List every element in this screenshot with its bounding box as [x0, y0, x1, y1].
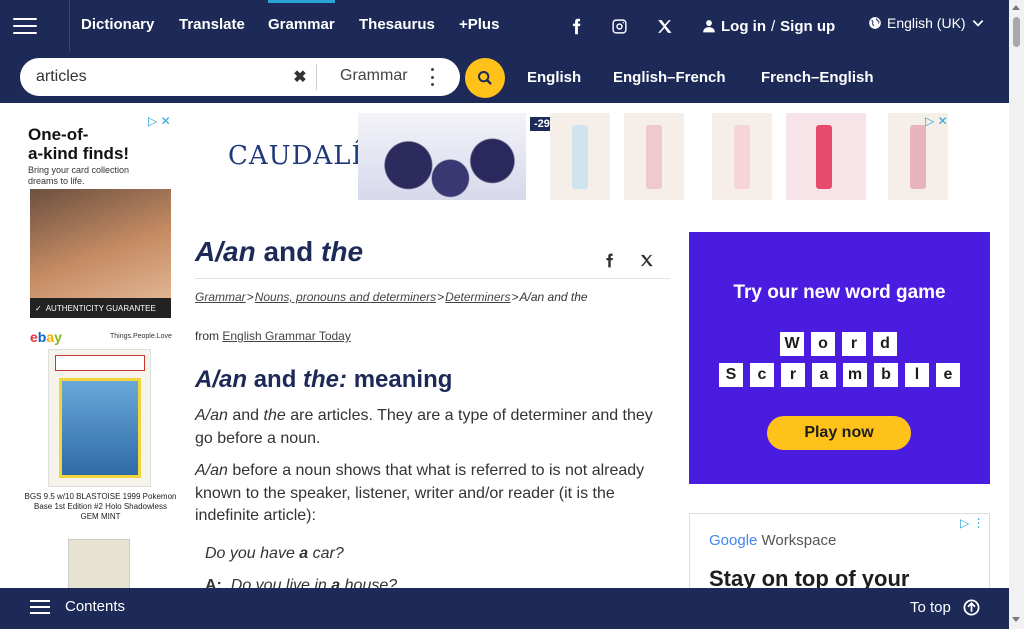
menu-hamburger-icon[interactable]: [10, 11, 40, 41]
tab-english-french[interactable]: English–French: [613, 64, 726, 92]
example-1: Do you have a car?: [205, 545, 344, 562]
top-banner-ad[interactable]: CAUDALÍE -29% ▷ ✕: [228, 111, 957, 202]
search-button[interactable]: [465, 58, 505, 98]
tab-english[interactable]: English: [527, 64, 581, 92]
ad-product-1: [550, 113, 610, 200]
contents-label: Contents: [65, 598, 126, 615]
breadcrumb-nouns-pronouns-determiners[interactable]: Nouns, pronouns and determiners: [255, 290, 436, 304]
share-x-icon[interactable]: [635, 247, 657, 273]
instagram-icon[interactable]: [607, 14, 631, 38]
adchoices-icon[interactable]: ▷ ⋮: [960, 516, 985, 530]
ebay-tagline: Things.People.Love: [110, 333, 172, 340]
ebay-logo: ebay: [30, 329, 62, 345]
left-skyscraper-ad[interactable]: ▷ ✕ One-of- a-kind finds! Bring your car…: [20, 111, 181, 611]
scroll-thumb[interactable]: [1013, 17, 1020, 47]
globe-icon: [869, 17, 881, 29]
ad-headline: One-of- a-kind finds!: [28, 125, 130, 163]
page-title: A/an and the: [195, 236, 364, 267]
search-box: ✖ Grammar: [20, 58, 460, 96]
graded-card-image: [48, 349, 151, 487]
source-link[interactable]: English Grammar Today: [222, 329, 351, 343]
breadcrumb-current: A/an and the: [519, 290, 588, 304]
game-tiles-scramble: Scramble: [719, 363, 960, 387]
breadcrumb-grammar[interactable]: Grammar: [195, 290, 246, 304]
arrow-up-circle-icon[interactable]: [963, 599, 980, 616]
nav-grammar[interactable]: Grammar: [260, 0, 343, 52]
facebook-icon[interactable]: [564, 14, 588, 38]
contents-button[interactable]: Contents: [30, 598, 125, 615]
adchoices-icon[interactable]: ▷ ✕: [148, 114, 171, 128]
language-label: English (UK): [887, 15, 966, 31]
scroll-up-arrow[interactable]: [1012, 5, 1020, 10]
nav-thesaurus[interactable]: Thesaurus: [359, 0, 435, 52]
chevron-down-icon: [972, 20, 983, 27]
ad-product-3: [712, 113, 772, 200]
ad-product-4: [786, 113, 866, 200]
search-divider: [316, 64, 317, 90]
adchoices-icon[interactable]: ▷ ✕: [925, 114, 948, 128]
tab-french-english[interactable]: French–English: [761, 64, 874, 92]
word-game-ad[interactable]: Try our new word game Word Scramble Play…: [689, 232, 990, 484]
source-label: from: [195, 329, 219, 343]
ad-caption: BGS 9.5 w/10 BLASTOISE 1999 Pokemon Base…: [24, 492, 177, 521]
play-now-button[interactable]: Play now: [767, 416, 911, 450]
authenticity-badge: ✓ AUTHENTICITY GUARANTEE: [30, 298, 171, 318]
to-top-link[interactable]: To top: [910, 599, 951, 616]
nav-translate[interactable]: Translate: [179, 0, 245, 52]
title-divider: [195, 278, 670, 279]
search-input[interactable]: [36, 66, 296, 88]
login-link[interactable]: Log in: [721, 18, 766, 35]
source-line: from English Grammar Today: [195, 329, 351, 343]
game-ad-headline: Try our new word game: [733, 282, 946, 303]
nav-plus[interactable]: +Plus: [459, 0, 499, 52]
ad-subline: Bring your card collection dreams to lif…: [28, 165, 130, 186]
paragraph-2: A/an before a noun shows that what is re…: [195, 462, 645, 524]
login-separator: /: [771, 17, 776, 35]
language-selector[interactable]: English (UK): [868, 15, 985, 31]
top-navbar: Dictionary Translate Grammar Thesaurus +…: [0, 0, 1009, 52]
authenticity-badge-label: AUTHENTICITY GUARANTEE: [45, 303, 156, 313]
more-options-icon[interactable]: [428, 68, 436, 86]
x-icon[interactable]: [652, 14, 676, 38]
list-icon: [30, 599, 50, 614]
breadcrumb-determiners[interactable]: Determiners: [445, 290, 510, 304]
clear-search-icon[interactable]: ✖: [290, 67, 310, 87]
dictionary-select[interactable]: Grammar: [340, 67, 408, 85]
search-bar: ✖ Grammar English English–French French–…: [0, 52, 1009, 103]
section-heading: A/an and the: meaning: [195, 366, 453, 393]
check-circle-icon: ✓: [35, 303, 42, 313]
nav-divider: [69, 0, 70, 52]
ad-product-image: [358, 113, 526, 200]
ad-product-2: [624, 113, 684, 200]
breadcrumb: Grammar>Nouns, pronouns and determiners>…: [195, 290, 588, 304]
scroll-down-arrow[interactable]: [1012, 617, 1020, 622]
share-facebook-icon[interactable]: [598, 247, 620, 273]
page-scrollbar[interactable]: [1009, 0, 1024, 629]
search-icon: [478, 71, 492, 85]
game-tiles-word: Word: [780, 332, 897, 356]
user-icon: [703, 20, 715, 33]
signup-link[interactable]: Sign up: [780, 18, 835, 35]
nav-dictionary[interactable]: Dictionary: [81, 0, 154, 52]
bottom-bar: Contents To top: [0, 588, 1009, 629]
google-workspace-logo: Google Workspace: [709, 532, 837, 549]
login-area: Log in / Sign up: [702, 15, 835, 37]
paragraph-1: A/an and the are articles. They are a ty…: [195, 407, 653, 447]
